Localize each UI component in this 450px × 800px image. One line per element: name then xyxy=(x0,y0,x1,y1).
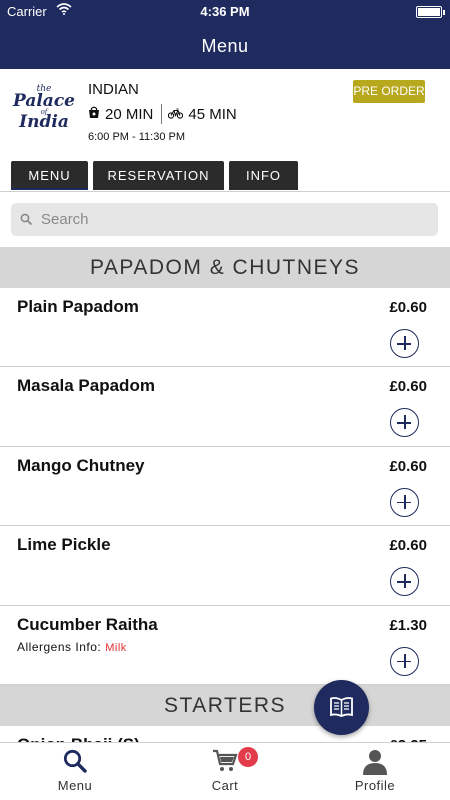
tabbar-cart[interactable]: Cart xyxy=(150,743,300,800)
menu-list[interactable]: PAPADOM & CHUTNEYS Plain Papadom £0.60 M… xyxy=(0,247,450,772)
collection-bag-icon xyxy=(88,106,100,123)
tabbar-cart-label: Cart xyxy=(211,778,239,793)
add-item-icon[interactable] xyxy=(390,646,419,676)
delivery-bike-icon xyxy=(168,106,184,123)
pre-order-button[interactable]: PRE ORDER xyxy=(353,80,425,103)
allergens-value: Milk xyxy=(105,641,127,654)
clock: 4:36 PM xyxy=(200,4,250,19)
list-item[interactable]: Lime Pickle £0.60 xyxy=(0,526,450,606)
status-bar: Carrier 4:36 PM xyxy=(0,0,450,24)
item-name: Plain Papadom xyxy=(17,297,139,316)
add-item-icon[interactable] xyxy=(390,487,419,517)
item-name: Masala Papadom xyxy=(17,376,155,396)
list-item[interactable]: Cucumber Raitha £1.30 Allergens Info: Mil… xyxy=(0,606,450,685)
list-item[interactable]: Masala Papadom £0.60 xyxy=(0,367,450,447)
item-name: Cucumber Raitha xyxy=(17,614,158,634)
item-price: £1.30 xyxy=(389,616,427,634)
search-icon xyxy=(20,213,33,231)
menu-book-button[interactable] xyxy=(314,680,369,735)
search-icon xyxy=(63,749,87,773)
search-input[interactable] xyxy=(41,203,421,236)
section-header: PAPADOM & CHUTNEYS xyxy=(0,247,450,288)
item-price: £0.60 xyxy=(389,457,427,475)
add-item-icon[interactable] xyxy=(390,408,419,438)
cart-count-badge: 0 xyxy=(238,747,258,767)
item-price: £0.60 xyxy=(389,378,427,396)
item-price: £0.60 xyxy=(389,537,427,555)
section-header: STARTERS xyxy=(0,684,450,726)
bottom-tab-bar: Menu Cart 0 Profile xyxy=(0,742,450,800)
delivery-time: 45 MIN xyxy=(188,105,237,123)
battery-icon xyxy=(416,6,445,18)
add-item-icon[interactable] xyxy=(390,567,419,597)
item-name: Mango Chutney xyxy=(17,455,145,475)
tab-reservation[interactable]: RESERVATION xyxy=(93,161,224,190)
allergens-info: Allergens Info: Milk xyxy=(17,640,127,654)
opening-hours: 6:00 PM - 11:30 PM xyxy=(88,131,186,143)
time-estimates: 20 MIN 45 MIN xyxy=(88,104,237,124)
item-name: Lime Pickle xyxy=(17,535,111,555)
restaurant-logo: the Palace of India xyxy=(13,84,75,132)
menu-tabs: MENU RESERVATION INFO xyxy=(0,160,450,192)
tabbar-profile-label: Profile xyxy=(354,778,396,793)
tabbar-menu-label: Menu xyxy=(57,778,93,793)
list-item[interactable]: Plain Papadom £0.60 xyxy=(0,288,450,368)
list-item[interactable]: Mango Chutney £0.60 xyxy=(0,447,450,527)
tabbar-profile[interactable]: Profile xyxy=(300,743,450,800)
profile-icon xyxy=(363,750,387,775)
tabbar-menu[interactable]: Menu xyxy=(0,743,150,800)
tab-menu[interactable]: MENU xyxy=(11,161,88,190)
item-price: £0.60 xyxy=(389,299,427,316)
divider xyxy=(161,104,163,124)
menu-book-icon xyxy=(330,697,353,717)
app-screen: Carrier 4:36 PM Menu the Palace of India… xyxy=(0,0,450,800)
cuisine-label: INDIAN xyxy=(88,81,139,98)
search-bar xyxy=(11,203,438,236)
restaurant-header: the Palace of India INDIAN 20 MIN 45 MIN… xyxy=(0,69,450,159)
collection-time: 20 MIN xyxy=(105,105,154,123)
allergens-label: Allergens Info: xyxy=(17,639,102,654)
nav-title: Menu xyxy=(0,24,450,69)
add-item-icon[interactable] xyxy=(390,329,419,358)
cart-icon xyxy=(213,749,238,771)
tab-info[interactable]: INFO xyxy=(229,161,298,190)
